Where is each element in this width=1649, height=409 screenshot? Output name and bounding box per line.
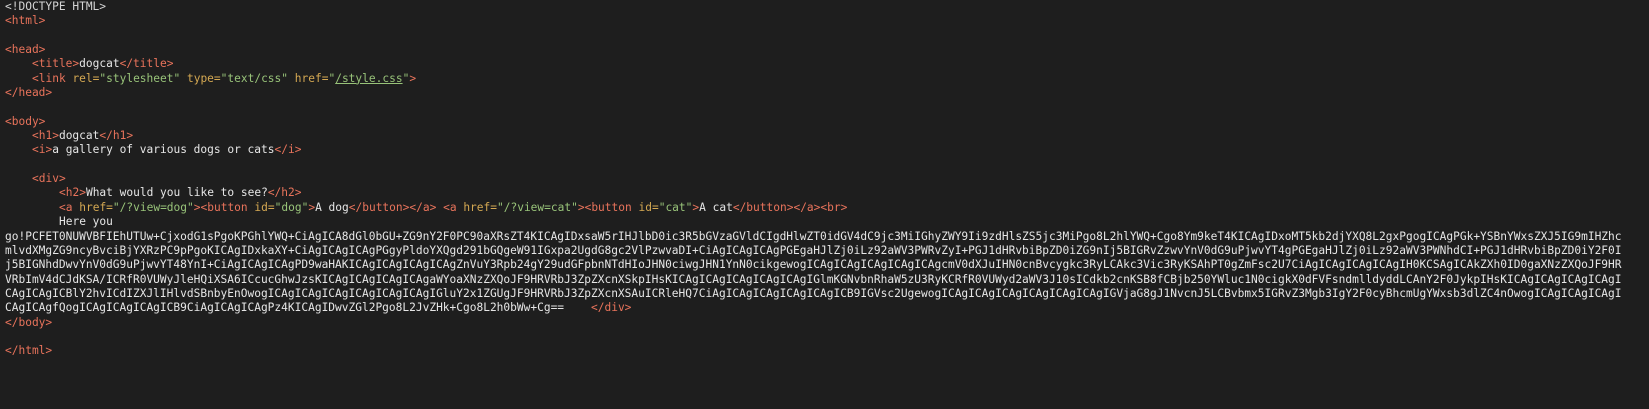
br-tag: <br> xyxy=(820,200,848,214)
i-open-tag: <i> xyxy=(32,143,53,157)
source-view: <!DOCTYPE HTML> <html> <head> <title>dog… xyxy=(0,0,1649,359)
body-open-tag: <body> xyxy=(5,114,46,128)
rel-value: "stylesheet" xyxy=(99,71,181,85)
html-open-tag: <html> xyxy=(5,14,46,28)
link-open-tag: <link xyxy=(32,71,66,85)
link-line: <link rel="stylesheet" type="text/css" h… xyxy=(5,72,1649,86)
rel-attr: rel= xyxy=(72,71,100,85)
h1-open-tag: <h1> xyxy=(32,129,59,143)
h2-close-tag: </h2> xyxy=(267,186,302,200)
a-dog-href-attr: href= xyxy=(79,200,113,214)
button-dog-open-tag: <button xyxy=(200,200,248,214)
a-cat-href-value: "/?view=cat" xyxy=(497,200,578,214)
head-open-line: <head> xyxy=(5,43,1649,57)
button-cat-id-attr: id= xyxy=(638,200,659,214)
button-dog-text: A dog xyxy=(315,200,349,214)
a-dog-close-tag: </a> xyxy=(409,200,437,214)
a-dog-href-value: "/?view=dog" xyxy=(112,200,194,214)
a-cat-close-tag: </a> xyxy=(793,200,821,214)
a-dog-open-tag: <a xyxy=(59,200,73,214)
title-open-tag: <title> xyxy=(32,57,80,71)
button-cat-id-value: "cat" xyxy=(658,200,693,214)
type-value: "text/css" xyxy=(220,71,289,85)
payload-block: go!PCFET0NUWVBFIEhUTUw+CjxodG1sPgoKPGhlY… xyxy=(5,230,1625,316)
h2-text: What would you like to see? xyxy=(85,186,268,200)
body-close-line: </body> xyxy=(5,316,1649,330)
title-text: dogcat xyxy=(79,57,120,71)
button-cat-open-tag: <button xyxy=(584,200,632,214)
i-text: a gallery of various dogs or cats xyxy=(52,143,275,157)
div-close-tag: </div> xyxy=(591,301,632,315)
a-cat-href-attr: href= xyxy=(463,200,497,214)
a-cat-open-tag: <a xyxy=(443,200,457,214)
h2-line: <h2>What would you like to see?</h2> xyxy=(5,186,1649,200)
i-close-tag: </i> xyxy=(274,143,302,157)
button-dog-id-attr: id= xyxy=(254,200,275,214)
div-open-tag: <div> xyxy=(32,172,66,186)
html-close-line: </html> xyxy=(5,344,1649,358)
button-dog-close-tag: </button> xyxy=(348,200,410,214)
h1-text: dogcat xyxy=(58,129,100,143)
base64-payload: go!PCFET0NUWVBFIEhUTUw+CjxodG1sPgoKPGhlY… xyxy=(5,229,1622,315)
link-close-bracket: > xyxy=(409,71,417,85)
button-cat-close-tag: </button> xyxy=(732,200,794,214)
head-close-tag: </head> xyxy=(5,86,53,100)
doctype-line: <!DOCTYPE HTML> xyxy=(5,0,1649,14)
type-attr: type= xyxy=(186,71,221,85)
body-close-tag: </body> xyxy=(5,315,53,329)
h1-close-tag: </h1> xyxy=(99,129,134,143)
here-you-text: Here you xyxy=(59,215,113,229)
head-close-line: </head> xyxy=(5,86,1649,100)
here-you-line: Here you xyxy=(5,215,1649,229)
button-dog-id-value: "dog" xyxy=(274,200,309,214)
title-close-tag: </title> xyxy=(119,57,174,71)
div-open-line: <div> xyxy=(5,172,1649,186)
h1-line: <h1>dogcat</h1> xyxy=(5,129,1649,143)
href-attr: href= xyxy=(294,71,329,85)
i-line: <i>a gallery of various dogs or cats</i> xyxy=(5,143,1649,157)
body-open-line: <body> xyxy=(5,115,1649,129)
title-line: <title>dogcat</title> xyxy=(5,57,1649,71)
button-cat-text: A cat xyxy=(699,200,733,214)
html-close-tag: </html> xyxy=(5,344,53,358)
html-open-line: <html> xyxy=(5,14,1649,28)
a-dog-gt: > xyxy=(193,200,201,214)
doctype: <!DOCTYPE HTML> xyxy=(5,0,107,13)
a-cat-gt: > xyxy=(577,200,585,214)
stylesheet-link[interactable]: /style.css xyxy=(335,72,402,85)
head-open-tag: <head> xyxy=(5,43,46,57)
h2-open-tag: <h2> xyxy=(59,186,86,200)
anchors-line: <a href="/?view=dog"><button id="dog">A … xyxy=(5,201,1649,215)
